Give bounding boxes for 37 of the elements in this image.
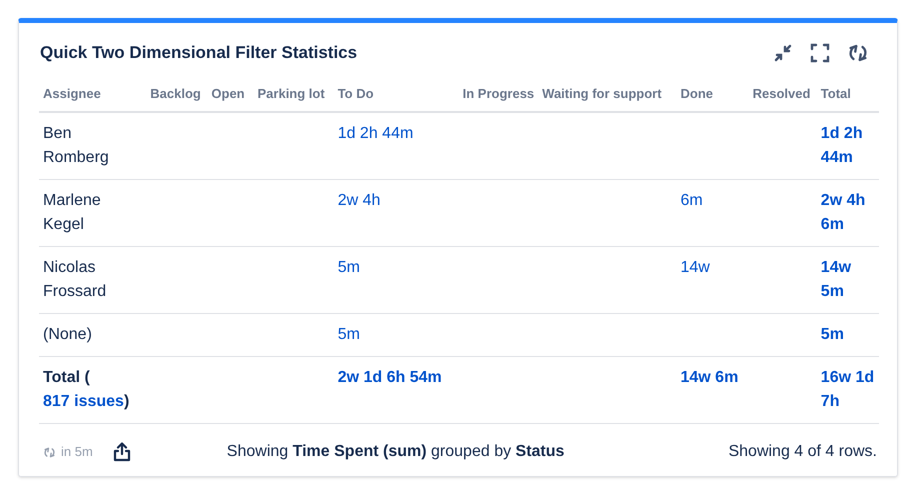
total-value-link[interactable]: 2w 1d 6h 54m [338,366,452,390]
column-header: Waiting for support [542,86,662,100]
time-value-link[interactable]: 1d 2h 44m [820,122,875,170]
column-header: In Progress [462,86,534,100]
column-header: Parking lot [258,86,325,100]
time-value-link[interactable]: 1d 2h 44m [338,122,452,146]
time-value-link[interactable]: 14w 5m [820,256,875,304]
summary-text: Showing Time Spent (sum) grouped by Status [226,442,564,462]
time-value-link[interactable]: 6m [680,189,745,213]
column-header: Resolved [752,86,810,100]
issues-link[interactable]: 817 issues [43,393,124,410]
column-header: Done [680,86,713,100]
assignee-name: Nicolas Frossard [43,258,108,302]
total-value-link[interactable]: 16w 1d 7h [820,366,875,414]
collapse-icon[interactable] [773,42,793,63]
assignee-name: (None) [43,325,93,345]
column-header: Open [211,86,245,100]
column-header: To Do [338,86,374,100]
column-header: Backlog [150,86,201,100]
time-value-link[interactable]: 14w [680,256,745,280]
time-value-link[interactable]: 2w 4h [338,189,452,213]
time-value-link[interactable]: 2w 4h 6m [820,189,875,237]
total-label-end: ) [124,393,130,410]
total-label: Total ( [43,369,90,386]
time-value-link[interactable]: 5m [338,256,452,280]
assignee-name: Marlene Kegel [43,191,102,235]
refresh-timer: in 5m [61,443,93,462]
assignee-name: Ben Romberg [43,124,110,168]
time-value-link[interactable]: 5m [338,323,452,347]
widget-title: Quick Two Dimensional Filter Statistics [39,42,358,64]
row-count: Showing 4 of 4 rows. [728,442,877,462]
column-header: Assignee [43,86,101,100]
column-header: Total [820,86,851,100]
time-value-link[interactable]: 5m [820,323,875,347]
total-value-link[interactable]: 14w 6m [680,366,745,390]
fullscreen-icon[interactable] [810,42,830,63]
export-icon[interactable] [112,442,131,462]
